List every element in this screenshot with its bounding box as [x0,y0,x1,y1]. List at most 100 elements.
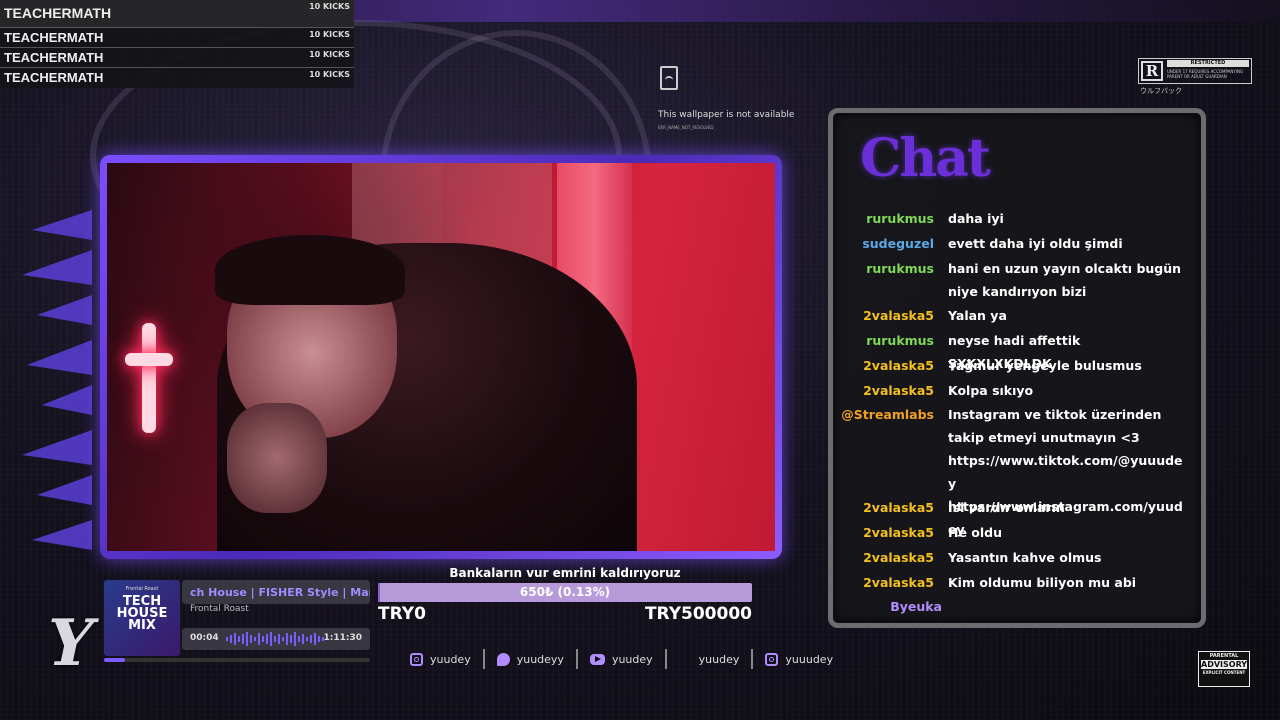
divider [751,649,754,669]
playback-bar: 00:04 1:11:30 [182,628,370,650]
album-art: Frontal Roast TECH HOUSE MIX [104,580,180,656]
goal-min: TRY0 [378,604,426,624]
parental-advisory-badge: PARENTAL ADVISORY EXPLICIT CONTENT [1198,651,1250,687]
chat-username: 2valaska5 [863,383,934,398]
chat-message: rurukmus hani en uzun yayın olcaktı bugü… [840,257,1190,305]
chat-username: 2valaska5 [863,550,934,565]
divider [664,649,667,669]
chat-username: rurukmus [866,333,934,348]
social-instagram[interactable]: yuudey [410,652,471,666]
now-playing-widget: Frontal Roast TECH HOUSE MIX ch House | … [104,580,370,662]
kicks-user: TEACHERMATH [4,5,112,21]
kicks-count: 10 KICKS [309,30,350,39]
chat-username: Byeuka [890,599,942,614]
kicks-count: 10 KICKS [309,50,350,59]
chat-username: 2valaska5 [863,500,934,515]
streamer-hand [227,403,327,513]
chat-text: Yasantın kahve olmus [948,550,1102,565]
rating-small-print: UNDER 17 REQUIRES ACCOMPANYING PARENT OR… [1167,69,1244,79]
twitter-icon [496,652,510,666]
kicks-user: TEACHERMATH [4,70,104,85]
chat-text: hani en uzun yayın olcaktı bugün niye ka… [948,261,1182,299]
chat-username: 2valaska5 [863,358,934,373]
goal-amount: 650₺ (0.13%) [519,585,611,599]
chat-message: rurukmus daha iyi [840,207,1190,231]
kicks-user: TEACHERMATH [4,50,104,65]
waveform-icon [226,632,324,646]
kicks-row: TEACHERMATH 10 KICKS [0,48,354,68]
track-title: ch House | FISHER Style | Marc [182,580,370,604]
wallpaper-error-code: ERR_NAME_NOT_RESOLVED [658,125,714,130]
album-art-title: TECH HOUSE MIX [116,594,168,633]
social-handle: yuuudey [785,652,834,666]
social-handle: yuudey [698,652,740,666]
webcam-feed [107,163,775,551]
chat-username: rurukmus [866,261,934,276]
track-progress-fill [104,658,126,662]
chat-message: 2valaska5 He oldu [840,521,1190,545]
social-youtube[interactable]: yuudey [589,652,653,666]
wallpaper-error-message: This wallpaper is not available [658,110,795,120]
rating-header: RESTRICTED [1167,60,1249,67]
goal-title: Bankaların vur emrini kaldırıyoruz [449,566,681,580]
chat-text: daha iyi [948,211,1004,226]
chat-username: @Streamlabs [841,407,934,422]
kicks-count: 10 KICKS [309,70,350,79]
sad-document-icon [660,66,678,90]
instagram-icon [410,652,423,666]
streamer-hair [215,235,405,305]
chat-username: sudeguzel [862,236,934,251]
social-links: yuudey yuudeyy yuudey yuudey yuuudey [410,648,845,670]
kicks-user: TEACHERMATH [4,30,104,45]
social-instagram[interactable]: yuuudey [765,652,834,666]
rating-sub-text: ウルフバック [1140,87,1182,95]
advisory-line2: ADVISORY [1201,660,1248,669]
chat-message: 2valaska5 Yağmur yengeyle bulusmus [840,354,1190,378]
track-artist: Frontal Roast [190,604,249,614]
track-duration: 1:11:30 [323,633,362,643]
decor-spikes [22,210,92,550]
chat-text: evett daha iyi oldu şimdi [948,236,1123,251]
kicks-row: TEACHERMATH 10 KICKS [0,68,354,88]
chat-message: 2valaska5 Kim oldumu biliyon mu abi [840,571,1190,595]
chat-message: Byeuka [840,595,1190,619]
goal-max: TRY500000 [644,604,752,624]
album-art-top: Frontal Roast [125,586,159,592]
rating-letter: R [1141,61,1163,81]
rated-r-badge: R RESTRICTED UNDER 17 REQUIRES ACCOMPANY… [1138,58,1252,84]
chat-text: He oldu [948,525,1003,540]
elapsed-time: 00:04 [190,633,219,643]
tiktok-icon [679,653,692,666]
chat-text: İsi vardır onların [948,500,1065,515]
chat-text: Kolpa sıkıyo [948,383,1034,398]
advisory-line3: EXPLICIT CONTENT [1202,670,1246,675]
goal-progress-bar: 650₺ (0.13%) [378,583,752,602]
advisory-line1: PARENTAL [1209,653,1239,659]
chat-message: 2valaska5 Kolpa sıkıyo [840,379,1190,403]
kicks-row: TEACHERMATH 10 KICKS [0,0,354,28]
chat-message: 2valaska5 Yalan ya [840,304,1190,328]
chat-title: Chat [860,128,991,189]
social-twitter[interactable]: yuudeyy [496,652,564,666]
instagram-icon [765,652,779,666]
chat-username: 2valaska5 [863,308,934,323]
chat-message: 2valaska5 Yasantın kahve olmus [840,546,1190,570]
chat-text: Kim oldumu biliyon mu abi [948,575,1137,590]
chat-username: 2valaska5 [863,525,934,540]
kicks-count: 10 KICKS [309,2,350,11]
social-handle: yuudeyy [516,652,564,666]
chat-text: Yağmur yengeyle bulusmus [948,358,1142,373]
kicks-row: TEACHERMATH 10 KICKS [0,28,354,48]
chat-message: 2valaska5 İsi vardır onların [840,496,1190,520]
youtube-icon [589,653,605,665]
social-handle: yuudey [611,652,653,666]
chat-message: @Streamlabs Instagram ve tiktok üzerinde… [840,403,1190,537]
divider [482,649,485,669]
chat-message: rurukmus neyse hadi affettik ŞXKXLXKDLDK [840,329,1190,371]
neon-cross-bar [125,353,173,366]
social-tiktok[interactable]: yuudey [679,653,740,666]
neon-cross-icon [142,323,156,433]
track-progress-bar [104,658,370,662]
kicks-leaderboard: TEACHERMATH 10 KICKS TEACHERMATH 10 KICK… [0,0,354,88]
social-handle: yuudey [430,652,471,666]
